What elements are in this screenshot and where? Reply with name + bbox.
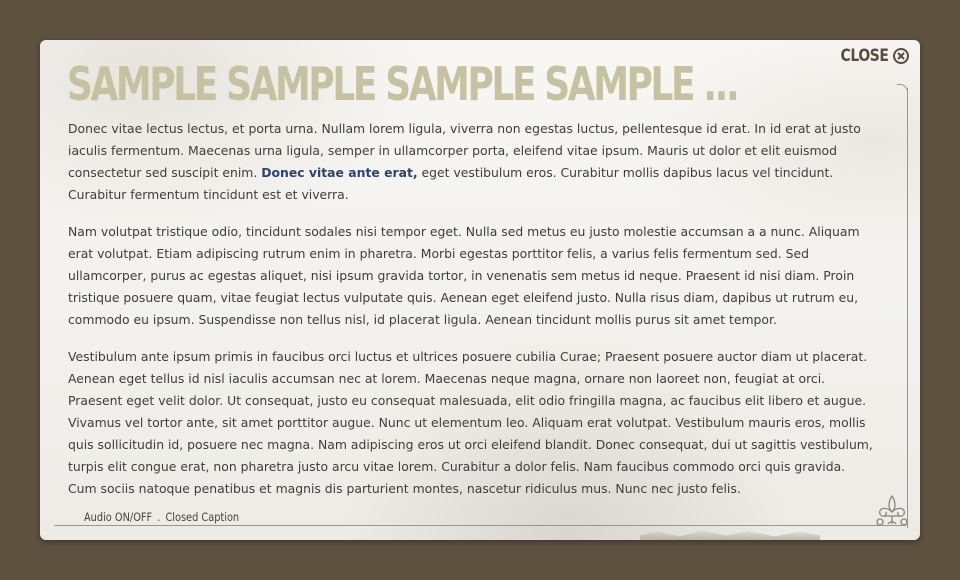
footer-separator: . <box>157 510 161 524</box>
close-button[interactable]: CLOSE <box>830 46 910 66</box>
closed-caption-link[interactable]: Closed Caption <box>165 510 239 524</box>
highlight-text: Donec vitae ante erat, <box>261 165 418 180</box>
paragraph-1: Donec vitae lectus lectus, et porta urna… <box>68 118 874 206</box>
paragraph-2: Nam volutpat tristique odio, tincidunt s… <box>68 224 860 327</box>
dialog-title: SAMPLE SAMPLE SAMPLE SAMPLE ... <box>67 57 740 111</box>
audio-toggle-link[interactable]: Audio ON/OFF <box>84 510 152 524</box>
torn-paper-edge <box>640 530 820 540</box>
paragraph-3: Vestibulum ante ipsum primis in faucibus… <box>68 349 873 496</box>
footer-controls: Audio ON/OFF . Closed Caption <box>84 510 239 524</box>
close-circle-icon <box>892 47 910 65</box>
dialog-panel: SAMPLE SAMPLE SAMPLE SAMPLE ... CLOSE Do… <box>40 40 920 540</box>
frame-border-bottom <box>54 525 906 526</box>
dialog-body: Donec vitae lectus lectus, et porta urna… <box>68 118 874 515</box>
frame-border-right <box>907 88 908 528</box>
fleur-de-lis-ornament-icon <box>872 490 912 530</box>
close-label: CLOSE <box>841 46 889 66</box>
